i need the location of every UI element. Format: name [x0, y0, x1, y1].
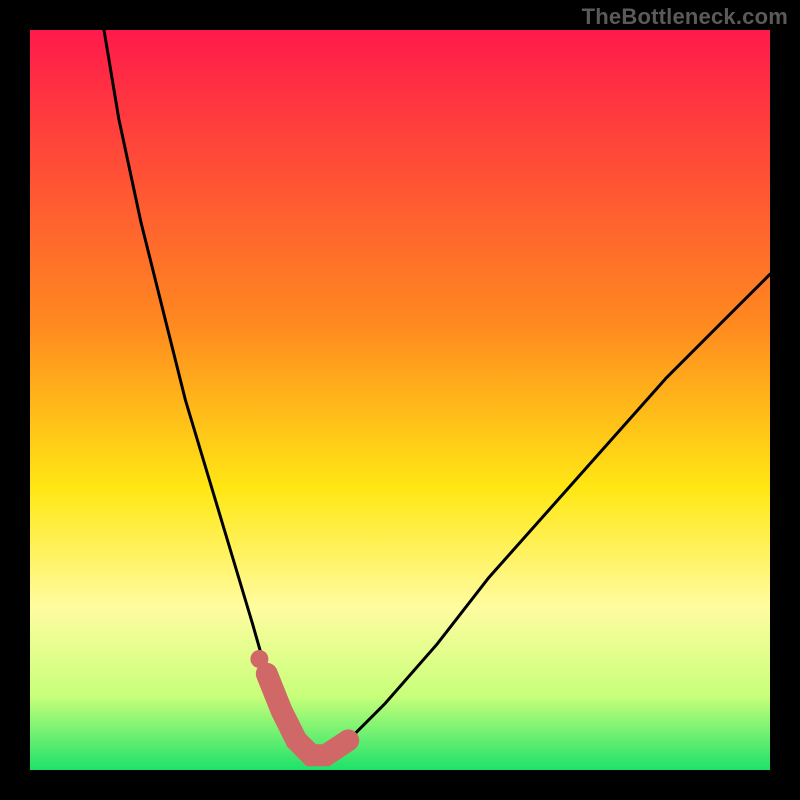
sweet-spot-dot: [250, 650, 268, 668]
gradient-background: [30, 30, 770, 770]
chart-frame: TheBottleneck.com: [0, 0, 800, 800]
bottleneck-curve-chart: [30, 30, 770, 770]
watermark-text: TheBottleneck.com: [582, 4, 788, 30]
